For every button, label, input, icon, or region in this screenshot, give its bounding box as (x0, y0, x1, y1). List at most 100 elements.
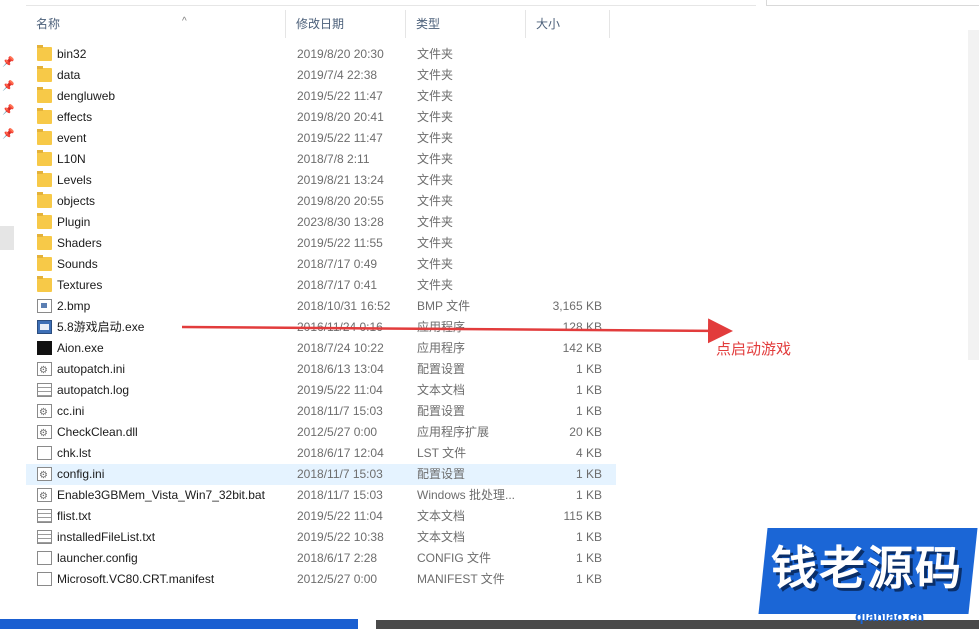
file-name: flist.txt (57, 509, 92, 523)
file-date: 2019/5/22 11:04 (297, 383, 383, 397)
nav-selected-item[interactable] (0, 226, 14, 250)
file-name: CheckClean.dll (57, 425, 138, 439)
table-row[interactable]: Textures 2018/7/17 0:41 文件夹 (26, 275, 616, 296)
table-row[interactable]: Levels 2019/8/21 13:24 文件夹 (26, 170, 616, 191)
table-row[interactable]: config.ini 2018/11/7 15:03 配置设置 1 KB (26, 464, 616, 486)
table-row[interactable]: event 2019/5/22 11:47 文件夹 (26, 128, 616, 149)
file-name: Levels (57, 173, 92, 187)
watermark-logo: 钱老源码 qianlao.cn (755, 520, 979, 629)
table-row[interactable]: chk.lst 2018/6/17 12:04 LST 文件 4 KB (26, 443, 616, 464)
table-row[interactable]: Shaders 2019/5/22 11:55 文件夹 (26, 233, 616, 254)
taskbar-left (0, 619, 358, 629)
table-row[interactable]: 2.bmp 2018/10/31 16:52 BMP 文件 3,165 KB (26, 296, 616, 317)
table-row[interactable]: bin32 2019/8/20 20:30 文件夹 (26, 44, 616, 65)
file-type: CONFIG 文件 (417, 551, 491, 565)
table-row[interactable]: launcher.config 2018/6/17 2:28 CONFIG 文件 1 … (26, 548, 616, 569)
file-type: 文件夹 (417, 110, 454, 124)
folder-icon (37, 213, 52, 229)
file-type: 文件夹 (417, 278, 454, 292)
file-name: data (57, 68, 81, 82)
table-row[interactable]: autopatch.ini 2018/6/13 13:04 配置设置 1 KB (26, 359, 616, 381)
table-row[interactable]: flist.txt 2019/5/22 11:04 文本文档 115 KB (26, 506, 616, 527)
file-type: 文本文档 (417, 530, 466, 544)
image-file-icon (37, 299, 52, 313)
file-date: 2019/5/22 11:04 (297, 509, 383, 523)
table-row[interactable]: Plugin 2023/8/30 13:28 文件夹 (26, 212, 616, 233)
table-row[interactable]: objects 2019/8/20 20:55 文件夹 (26, 191, 616, 212)
dll-file-icon (37, 423, 52, 444)
table-row[interactable]: cc.ini 2018/11/7 15:03 配置设置 1 KB (26, 401, 616, 423)
column-size-header[interactable]: 大小 (526, 10, 610, 38)
file-date: 2018/7/24 10:22 (297, 341, 384, 355)
column-name-header[interactable]: 名称 ^ (26, 10, 286, 38)
file-date: 2018/11/7 15:03 (297, 467, 383, 481)
table-row[interactable]: CheckClean.dll 2012/5/27 0:00 应用程序扩展 20 KB (26, 422, 616, 444)
file-date: 2019/7/4 22:38 (297, 68, 378, 82)
file-name: config.ini (57, 467, 105, 481)
file-size: 3,165 KB (552, 299, 602, 313)
column-date-header[interactable]: 修改日期 (286, 10, 406, 38)
file-name: Shaders (57, 236, 102, 250)
file-name: dengluweb (57, 89, 116, 103)
address-bar-edge (26, 0, 756, 6)
table-row[interactable]: Sounds 2018/7/17 0:49 文件夹 (26, 254, 616, 275)
folder-icon (37, 255, 52, 271)
file-size: 20 KB (569, 425, 602, 439)
table-row[interactable]: installedFileList.txt 2019/5/22 10:38 文本文档… (26, 527, 616, 548)
folder-icon (37, 150, 52, 166)
column-type-header[interactable]: 类型 (406, 10, 526, 38)
file-size: 1 KB (575, 530, 602, 544)
watermark-title: 钱老源码 (771, 541, 963, 595)
file-type: Windows 批处理... (417, 488, 516, 502)
file-name: objects (57, 194, 96, 208)
table-row[interactable]: 5.8游戏启动.exe 2016/11/24 0:16 应用程序 128 KB (26, 317, 616, 338)
table-row[interactable]: Microsoft.VC80.CRT.manifest 2012/5/27 0:0… (26, 569, 616, 590)
scrollbar[interactable] (968, 30, 979, 360)
file-name: Textures (57, 278, 103, 292)
file-date: 2019/8/20 20:41 (297, 110, 384, 124)
file-date: 2019/5/22 11:55 (297, 236, 383, 250)
file-name: effects (57, 110, 93, 124)
batch-file-icon (37, 486, 52, 507)
file-name: Microsoft.VC80.CRT.manifest (57, 572, 215, 586)
column-header: 名称 ^ 修改日期 类型 大小 (26, 10, 616, 38)
file-size: 1 KB (575, 383, 602, 397)
folder-icon (37, 108, 52, 124)
file-list: bin32 2019/8/20 20:30 文件夹 data 2019/7/4 22:3… (26, 44, 616, 590)
annotation-text: 点启动游戏 (716, 341, 792, 358)
aion-app-icon (37, 341, 52, 355)
folder-icon (37, 87, 52, 103)
file-type: 文件夹 (417, 47, 454, 61)
file-size: 1 KB (575, 488, 602, 502)
table-row[interactable]: Aion.exe 2018/7/24 10:22 应用程序 142 KB (26, 338, 616, 359)
navigation-pane[interactable]: 📌 📌 📌 📌 (0, 0, 16, 629)
pin-icon[interactable]: 📌 (2, 82, 14, 92)
file-size: 1 KB (575, 362, 602, 376)
file-type: 文件夹 (417, 68, 454, 82)
table-row[interactable]: dengluweb 2019/5/22 11:47 文件夹 (26, 86, 616, 107)
folder-icon (37, 45, 52, 61)
folder-icon (37, 192, 52, 208)
pin-icon[interactable]: 📌 (2, 130, 14, 140)
table-row[interactable]: data 2019/7/4 22:38 文件夹 (26, 65, 616, 86)
file-size: 142 KB (562, 341, 602, 355)
folder-icon (37, 129, 52, 145)
file-name: 2.bmp (57, 299, 91, 313)
generic-file-icon (37, 446, 52, 460)
file-type: 配置设置 (417, 362, 466, 376)
column-name-label: 名称 (36, 17, 61, 31)
pin-icon[interactable]: 📌 (2, 106, 14, 116)
folder-icon (37, 276, 52, 292)
table-row[interactable]: L10N 2018/7/8 2:11 文件夹 (26, 149, 616, 170)
file-type: 文本文档 (417, 509, 466, 523)
pin-icon[interactable]: 📌 (2, 58, 14, 68)
table-row[interactable]: autopatch.log 2019/5/22 11:04 文本文档 1 KB (26, 380, 616, 401)
folder-icon (37, 234, 52, 250)
table-row[interactable]: effects 2019/8/20 20:41 文件夹 (26, 107, 616, 128)
file-date: 2018/6/17 2:28 (297, 551, 378, 565)
table-row[interactable]: Enable3GBMem_Vista_Win7_32bit.bat 2018/11… (26, 485, 616, 507)
file-name: launcher.config (57, 551, 138, 565)
search-box-edge[interactable] (766, 0, 979, 6)
column-date-label: 修改日期 (296, 17, 345, 31)
file-name: autopatch.log (57, 383, 130, 397)
